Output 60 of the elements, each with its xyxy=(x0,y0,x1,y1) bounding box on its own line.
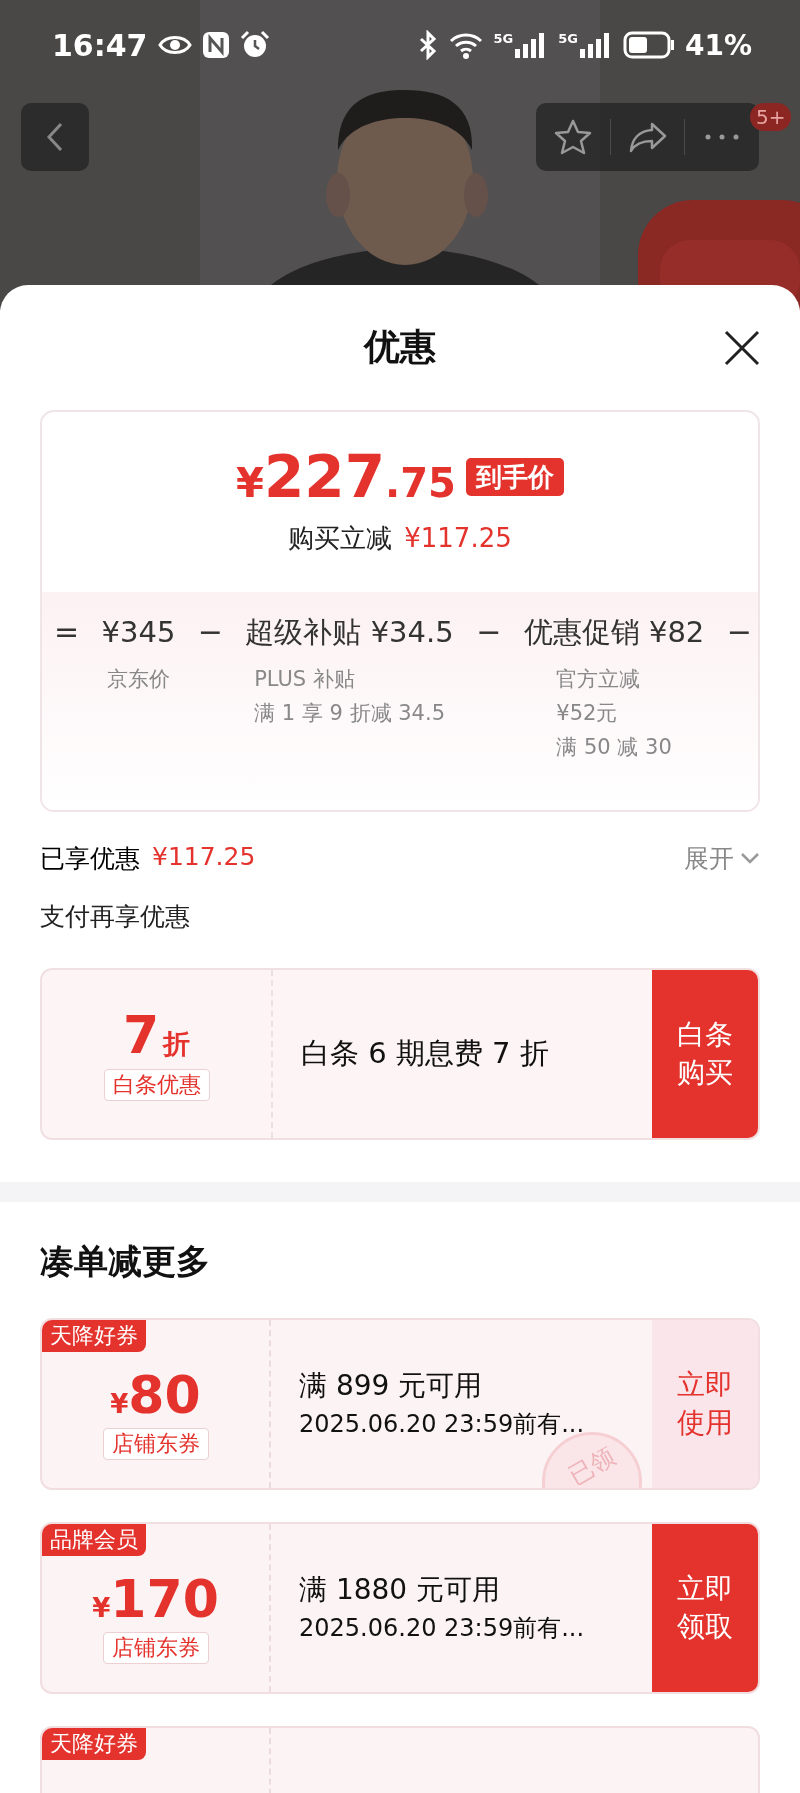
eye-icon xyxy=(157,33,192,57)
coupon-type: 店铺东券 xyxy=(102,1632,209,1664)
coupon-amount: 80 xyxy=(128,1366,201,1424)
network-label: 5G xyxy=(558,31,578,46)
coupon-button[interactable]: 立即使用 xyxy=(652,1320,758,1488)
breakdown-note: PLUS 补贴 xyxy=(254,666,356,693)
breakdown-amount: 超级补贴 ¥34.5 xyxy=(245,614,454,651)
coupon-button[interactable]: 立即领取 xyxy=(652,1524,758,1692)
bluetooth-icon xyxy=(417,30,438,60)
breakdown-note: ¥52元 xyxy=(556,700,619,727)
alarm-icon xyxy=(239,30,270,60)
breakdown-note: 京东价 xyxy=(107,666,170,693)
coupon-currency: ¥ xyxy=(110,1389,129,1419)
coupon-condition: 满 899 元可用 xyxy=(299,1368,484,1404)
breakdown-note: 官方立减 xyxy=(556,666,642,693)
reduction-amount: ¥117.25 xyxy=(404,522,512,554)
section-title: 支付再享优惠 xyxy=(40,902,191,932)
more-icon xyxy=(705,134,740,140)
pay-button[interactable]: 白条购买 xyxy=(652,970,758,1138)
section-heading: 凑单减更多 xyxy=(40,1244,211,1278)
back-button[interactable] xyxy=(21,103,89,171)
coupon-currency: ¥ xyxy=(92,1593,111,1623)
operator-sign: − xyxy=(476,613,502,651)
wifi-icon xyxy=(447,31,484,59)
breakdown-note: 满 50 减 30 xyxy=(556,734,672,761)
share-icon xyxy=(627,121,668,153)
expand-toggle[interactable]: 展开 xyxy=(684,841,760,875)
coupon-tag: 天降好券 xyxy=(42,1728,146,1760)
price-tag: 到手价 xyxy=(465,458,564,496)
star-icon xyxy=(553,119,592,155)
coupon-tag: 品牌会员 xyxy=(42,1524,146,1556)
price-amount: 227 xyxy=(263,444,386,510)
price-currency: ¥ xyxy=(236,460,264,506)
coupon-amount: 170 xyxy=(110,1570,219,1628)
nfc-icon xyxy=(201,31,230,59)
sheet-title: 优惠 xyxy=(364,325,436,369)
clock-time: 16:47 xyxy=(52,27,148,63)
discount-unit: 折 xyxy=(163,1027,191,1061)
saved-amount: ¥117.25 xyxy=(152,841,256,873)
reduction-label: 购买立减 xyxy=(288,522,393,554)
breakdown-amount: 优惠促销 ¥82 xyxy=(523,614,705,651)
breakdown-note: 满 1 享 9 折减 34.5 xyxy=(254,700,445,727)
offer-tag: 白条优惠 xyxy=(103,1069,210,1101)
back-icon xyxy=(46,121,64,153)
breakdown-amount: ¥345 xyxy=(101,614,176,651)
offer-description: 白条 6 期息费 7 折 xyxy=(300,1035,550,1072)
price-decimal: .75 xyxy=(385,460,456,506)
operator-sign: − xyxy=(197,613,223,651)
discount-value: 7 xyxy=(122,1007,160,1063)
coupon-validity: 2025.06.20 23:59前有... xyxy=(299,1613,586,1644)
battery-percent: 41% xyxy=(684,28,752,62)
operator-sign: = xyxy=(54,613,80,651)
network-label: 5G xyxy=(493,31,514,46)
saved-label: 已享优惠 xyxy=(40,842,140,875)
battery-icon xyxy=(622,31,675,59)
coupon-type: 店铺东券 xyxy=(102,1428,209,1460)
operator-sign: − xyxy=(726,613,752,651)
coupon-tag: 天降好券 xyxy=(42,1320,146,1352)
coupon-condition: 满 1880 元可用 xyxy=(299,1572,502,1608)
close-icon xyxy=(724,329,760,366)
